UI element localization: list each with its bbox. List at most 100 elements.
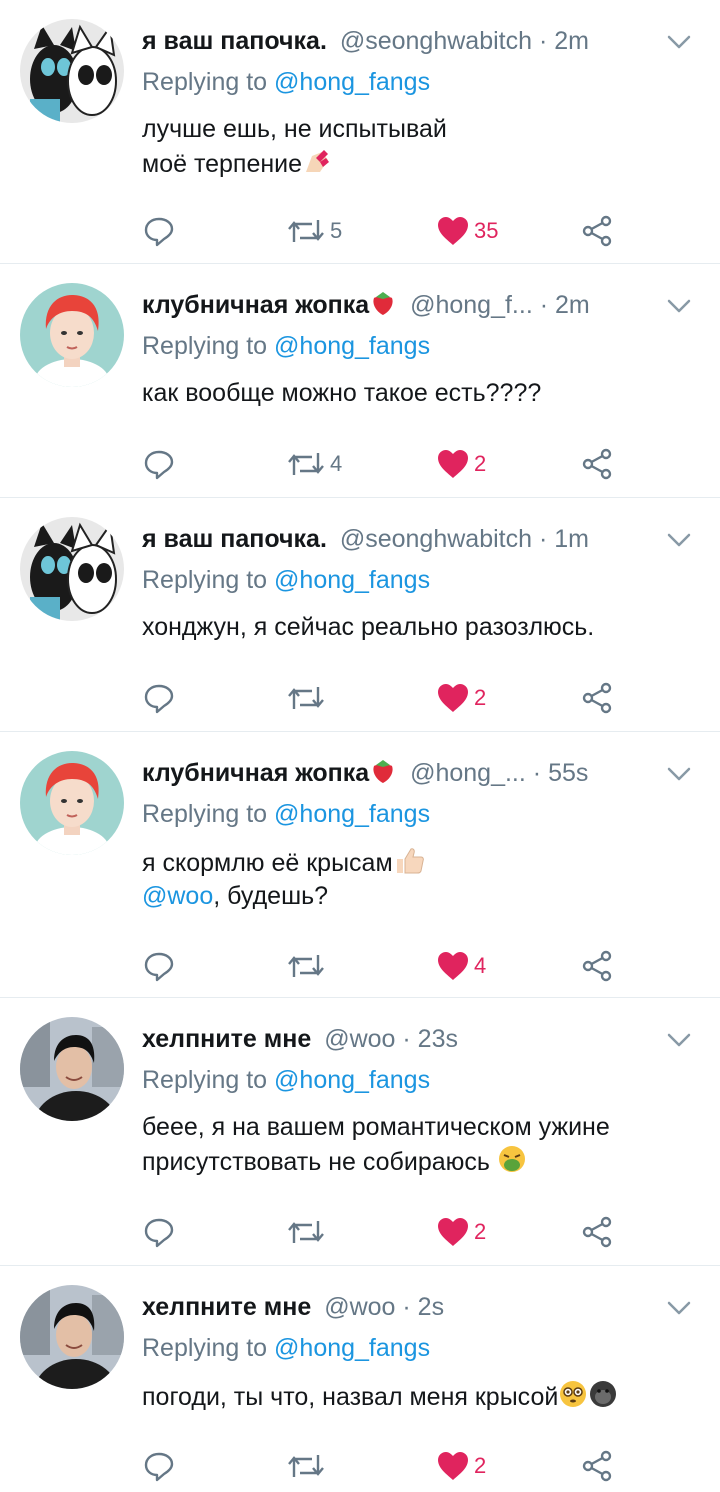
display-name[interactable]: я ваш папочка. [142,27,327,55]
reply-button[interactable] [142,678,176,718]
reply-mention[interactable]: @hong_fangs [274,566,430,594]
chevron-down-icon[interactable] [666,527,692,553]
reply-mention[interactable]: @hong_fangs [274,68,430,96]
reply-button[interactable] [142,211,176,251]
tweet[interactable]: хелпните мне @woo · 23s Replying to @hon… [0,998,720,1266]
display-name[interactable]: хелпните мне [142,1025,311,1053]
reply-icon [144,684,174,714]
tweet-text: я скормлю её крысам @woo, будешь? [142,845,684,913]
reply-button[interactable] [142,1212,176,1252]
tweet[interactable]: клубничная жопка @hong_f... · 2m Replyin… [0,264,720,498]
reply-icon [144,1218,174,1248]
timestamp[interactable]: 55s [548,759,588,787]
chevron-down-icon[interactable] [666,293,692,319]
share-button[interactable] [580,211,614,251]
retweet-button[interactable] [286,946,326,986]
timestamp[interactable]: 23s [418,1025,458,1053]
timestamp[interactable]: 2s [418,1293,444,1321]
text-line: я скормлю её крысам [142,849,393,877]
share-icon [582,682,612,714]
chevron-down-icon[interactable] [666,29,692,55]
display-name[interactable]: клубничная жопка [142,759,369,787]
user-mention[interactable]: @woo [142,882,213,910]
share-icon [582,448,612,480]
thumbs-up-icon [396,848,424,874]
timestamp[interactable]: 1m [554,525,589,553]
text-line-wrap: присутствовать не собираюсь [142,1144,684,1179]
avatar[interactable] [20,751,124,855]
chevron-down-icon[interactable] [666,1027,692,1053]
like-button[interactable]: 2 [436,678,486,718]
retweet-icon [288,955,324,977]
retweet-button[interactable] [286,678,326,718]
reply-prefix: Replying to [142,68,268,96]
replying-to: Replying to @hong_fangs [142,1334,430,1363]
chevron-down-icon[interactable] [666,1295,692,1321]
separator-dot: · [538,525,548,553]
tweet[interactable]: хелпните мне @woo · 2s Replying to @hong… [0,1266,720,1492]
user-handle[interactable]: @hong_f... [410,291,533,319]
like-button[interactable]: 35 [436,211,498,251]
retweet-button[interactable]: 5 [286,211,342,251]
avatar[interactable] [20,517,124,621]
replying-to: Replying to @hong_fangs [142,332,430,361]
reply-button[interactable] [142,444,176,484]
tweet[interactable]: я ваш папочка. @seonghwabitch · 2m Reply… [0,0,720,264]
tweet-feed: я ваш папочка. @seonghwabitch · 2m Reply… [0,0,720,1492]
reply-mention[interactable]: @hong_fangs [274,332,430,360]
strawberry-icon [373,292,393,315]
retweet-button[interactable] [286,1446,326,1486]
reply-prefix: Replying to [142,1334,268,1362]
avatar[interactable] [20,283,124,387]
retweet-button[interactable] [286,1212,326,1252]
tweet-text: беее, я на вашем романтическом ужине при… [142,1111,684,1179]
tweet[interactable]: я ваш папочка. @seonghwabitch · 1m Reply… [0,498,720,732]
tweet-text: как вообще можно такое есть???? [142,377,684,410]
separator-dot: · [402,1025,411,1053]
reply-icon [144,952,174,982]
share-button[interactable] [580,1212,614,1252]
avatar[interactable] [20,1017,124,1121]
retweet-button[interactable]: 4 [286,444,342,484]
text-line-wrap: погоди, ты что, назвал меня крысой [142,1379,684,1414]
display-name[interactable]: клубничная жопка [142,291,369,319]
user-handle[interactable]: @woo [324,1293,395,1321]
tweet-text: хонджун, я сейчас реально разозлюсь. [142,611,684,644]
retweet-count: 4 [330,451,343,476]
user-handle[interactable]: @seonghwabitch [340,525,532,553]
reply-mention[interactable]: @hong_fangs [274,1334,430,1362]
reply-button[interactable] [142,1446,176,1486]
timestamp[interactable]: 2m [555,291,590,319]
share-button[interactable] [580,946,614,986]
display-name[interactable]: хелпните мне [142,1293,311,1321]
reply-mention[interactable]: @hong_fangs [274,800,430,828]
reply-icon [144,450,174,480]
like-button[interactable]: 2 [436,1446,486,1486]
reply-mention[interactable]: @hong_fangs [274,1066,430,1094]
chevron-down-icon[interactable] [666,761,692,787]
timestamp[interactable]: 2m [554,27,589,55]
text-line: погоди, ты что, назвал меня крысой [142,1383,559,1411]
retweet-icon [288,453,324,475]
reply-prefix: Replying to [142,566,268,594]
tweet[interactable]: клубничная жопка @hong_... · 55s Replyin… [0,732,720,998]
like-button[interactable]: 4 [436,946,486,986]
replying-to: Replying to @hong_fangs [142,800,430,829]
user-handle[interactable]: @woo [324,1025,395,1053]
avatar[interactable] [20,1285,124,1389]
text-line-wrap: я скормлю её крысам [142,845,684,880]
user-handle[interactable]: @seonghwabitch [340,27,532,55]
reply-button[interactable] [142,946,176,986]
gorilla-icon [590,1381,617,1407]
heart-icon [438,450,468,478]
user-handle[interactable]: @hong_... [410,759,526,787]
nail-polish-icon [306,150,330,172]
like-button[interactable]: 2 [436,1212,486,1252]
nauseated-face-icon [498,1146,525,1172]
share-button[interactable] [580,444,614,484]
display-name[interactable]: я ваш папочка. [142,525,327,553]
share-button[interactable] [580,1446,614,1486]
avatar[interactable] [20,19,124,123]
like-button[interactable]: 2 [436,444,486,484]
share-button[interactable] [580,678,614,718]
